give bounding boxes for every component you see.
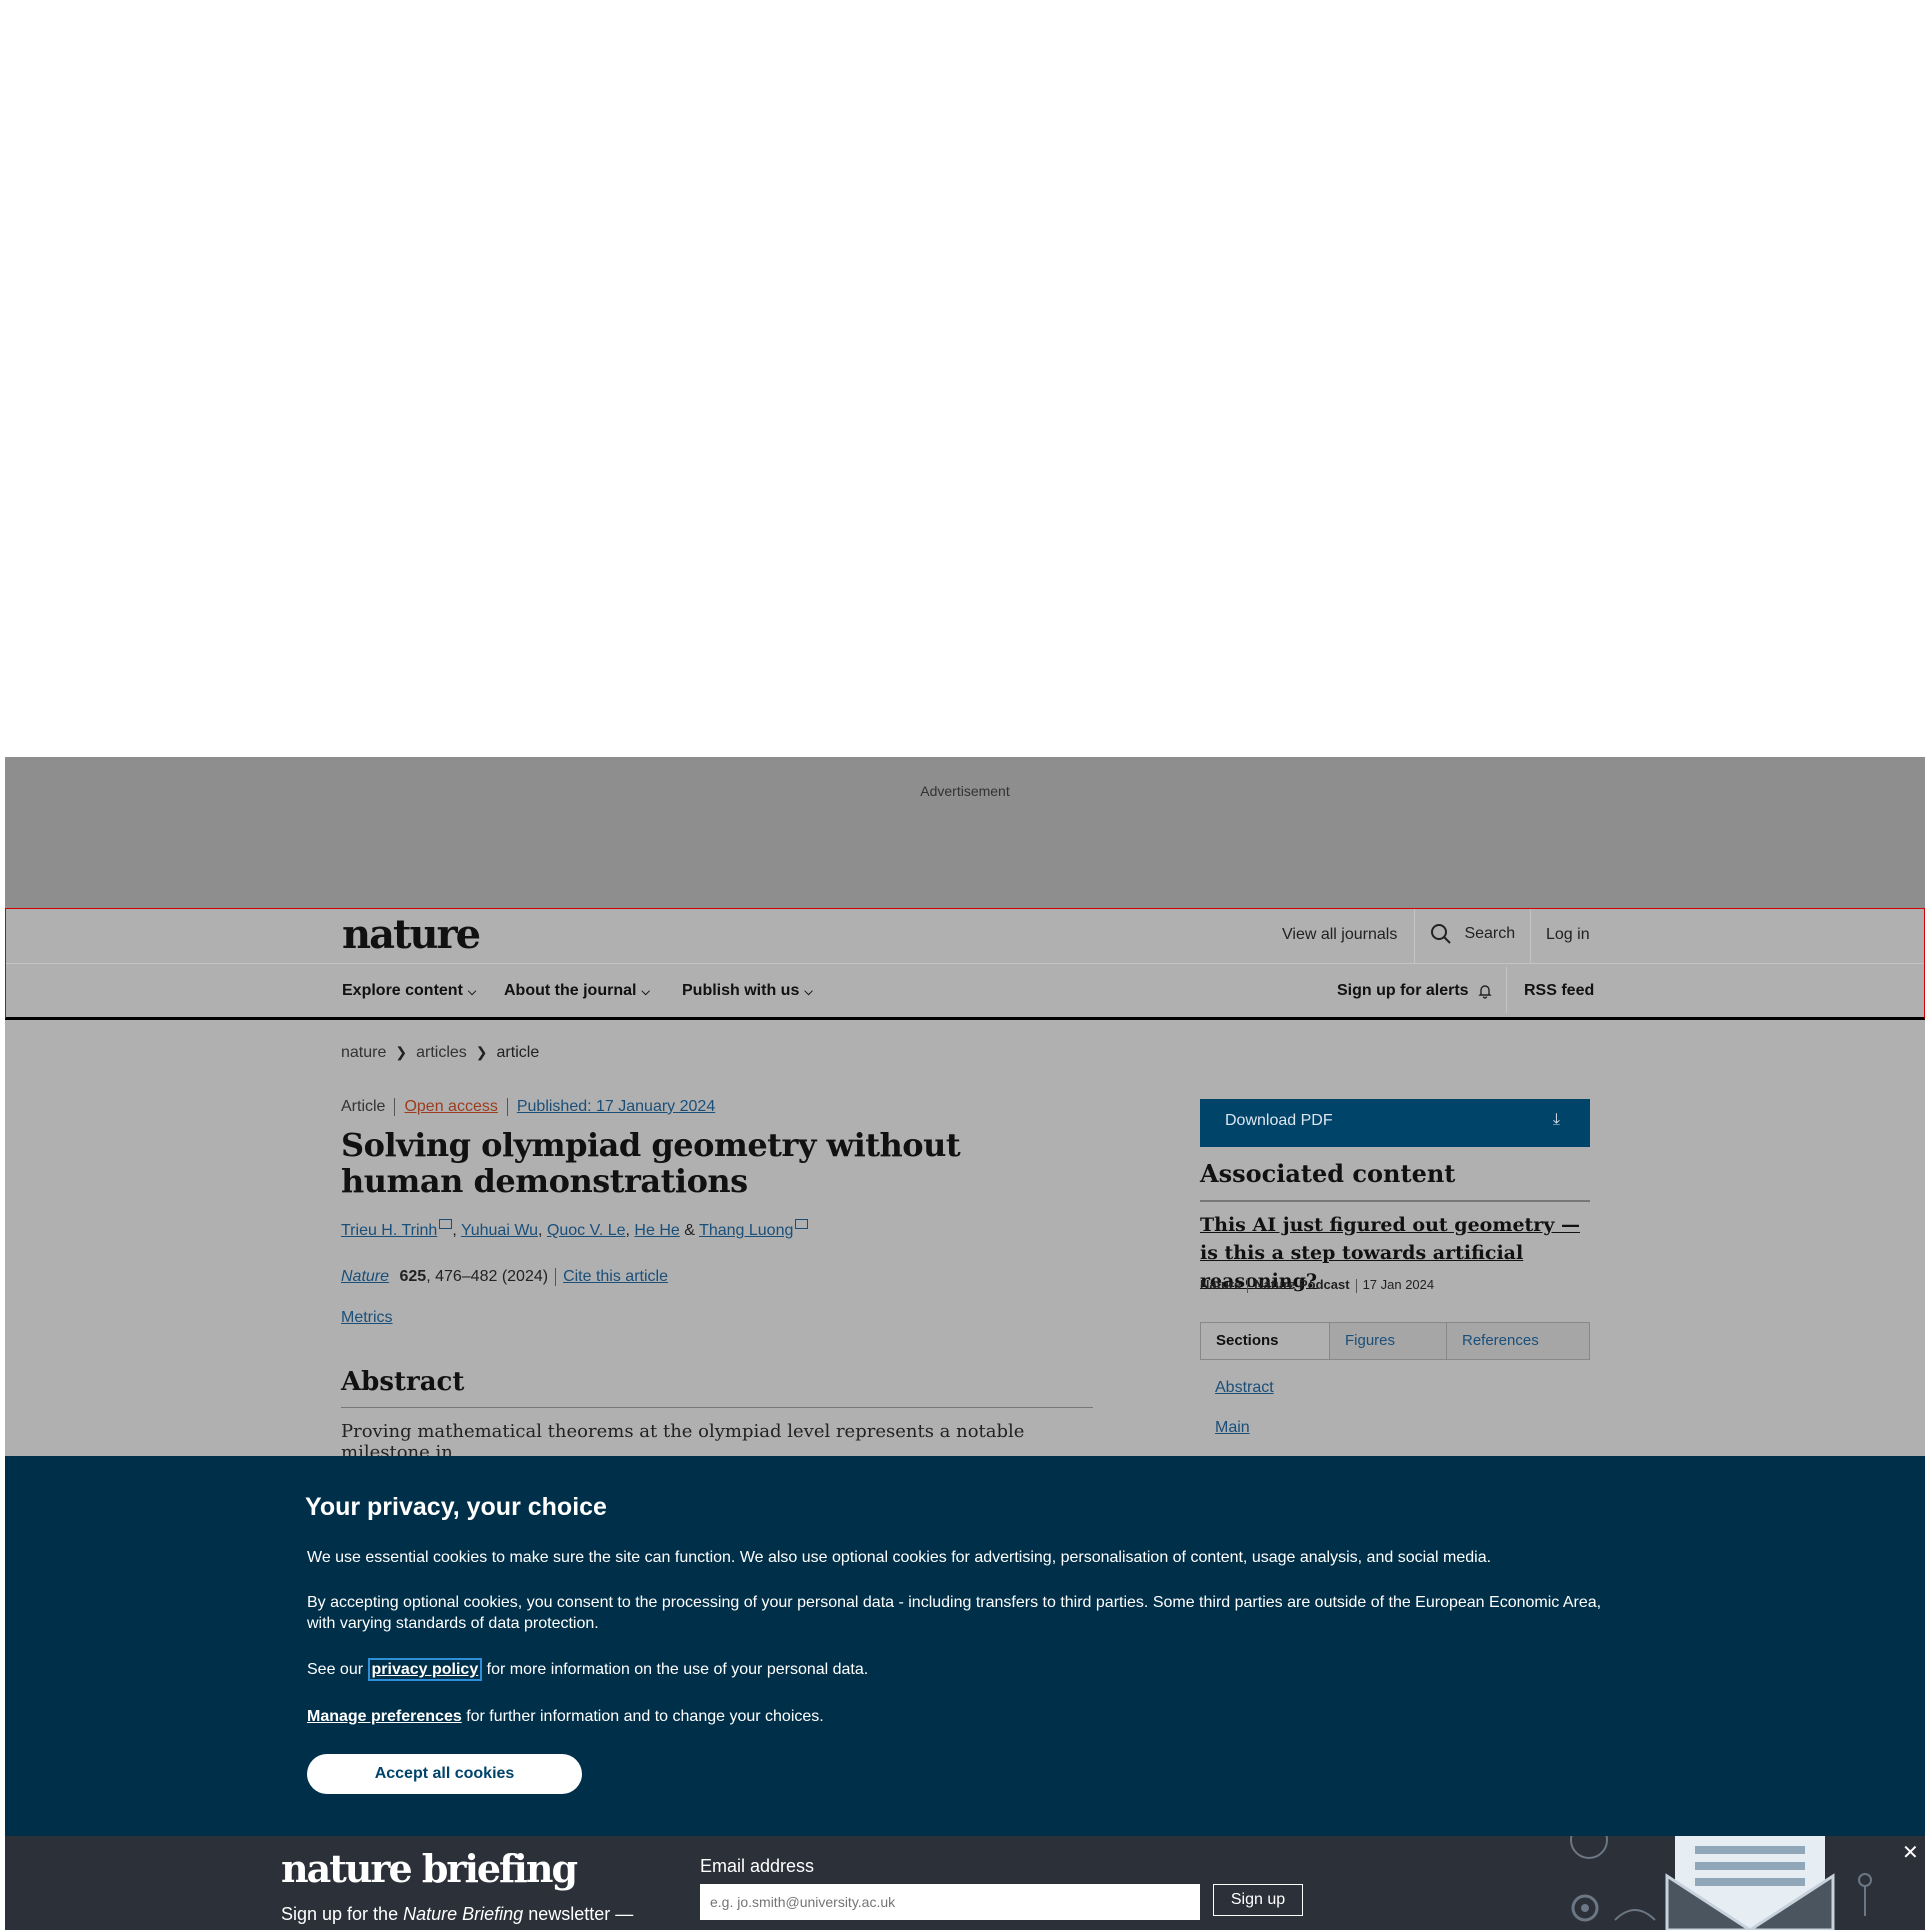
alerts-signup-link[interactable]: Sign up for alerts (1337, 982, 1493, 1000)
cite-article-link[interactable]: Cite this article (563, 1268, 668, 1285)
article-type: Article (341, 1098, 386, 1116)
author-link[interactable]: Quoc V. Le (547, 1222, 626, 1239)
divider (1414, 909, 1415, 963)
email-label: Email address (700, 1856, 815, 1876)
manage-preferences-link[interactable]: Manage preferences (307, 1708, 462, 1725)
email-icon[interactable] (439, 1219, 453, 1229)
cookie-paragraph: We use essential cookies to make sure th… (307, 1549, 1492, 1566)
tab-sections[interactable]: Sections (1201, 1323, 1329, 1359)
site-header: nature View all journals Search Log in E… (5, 908, 1925, 1020)
bell-icon (1478, 985, 1492, 999)
chevron-down-icon: ⌵ (641, 986, 650, 998)
assoc-journal: Nature (1200, 1277, 1242, 1292)
open-access-link[interactable]: Open access (404, 1098, 497, 1115)
article-title: Solving olympiad geometry without human … (341, 1126, 961, 1200)
publish-with-us-menu[interactable]: Publish with us ⌵ (682, 982, 813, 1000)
email-icon[interactable] (795, 1219, 809, 1229)
chevron-down-icon: ⌵ (804, 986, 813, 998)
cookie-paragraph: By accepting optional cookies, you conse… (307, 1594, 1602, 1632)
view-all-journals-link[interactable]: View all journals (1282, 926, 1397, 944)
chevron-right-icon: ❯ (395, 1044, 408, 1060)
nature-briefing-banner: nature briefing Sign up for the Nature B… (5, 1836, 1925, 1930)
section-link-abstract[interactable]: Abstract (1215, 1379, 1274, 1397)
advertisement-label: Advertisement (920, 783, 1010, 799)
advertisement-bar: Advertisement (5, 757, 1925, 908)
download-pdf-label: Download PDF (1225, 1112, 1333, 1129)
explore-content-label: Explore content (342, 982, 463, 999)
pages: , 476–482 (2024) (426, 1268, 549, 1286)
associated-meta: Nature Nature Podcast 17 Jan 2024 (1200, 1277, 1434, 1293)
search-label: Search (1464, 925, 1516, 943)
assoc-date: 17 Jan 2024 (1362, 1277, 1435, 1292)
alerts-label: Sign up for alerts (1337, 982, 1469, 999)
about-journal-label: About the journal (504, 982, 637, 999)
author-list: Trieu H. Trinh, Yuhuai Wu, Quoc V. Le, H… (341, 1219, 809, 1240)
breadcrumb-current: article (496, 1044, 540, 1061)
accept-all-cookies-button[interactable]: Accept all cookies (307, 1754, 582, 1794)
author-link[interactable]: Thang Luong (699, 1222, 793, 1239)
author-link[interactable]: Yuhuai Wu (461, 1222, 538, 1239)
article-meta: Article Open access Published: 17 January … (341, 1098, 715, 1116)
nature-briefing-logo: nature briefing (281, 1846, 578, 1891)
login-link[interactable]: Log in (1546, 926, 1590, 944)
chevron-right-icon: ❯ (475, 1044, 488, 1060)
breadcrumb: nature ❯ articles ❯ article (341, 1044, 539, 1062)
journal-link[interactable]: Nature (341, 1268, 389, 1285)
briefing-subtitle: Sign up for the Nature Briefing newslett… (281, 1904, 634, 1924)
author-link[interactable]: He He (634, 1222, 679, 1239)
author-link[interactable]: Trieu H. Trinh (341, 1222, 437, 1239)
privacy-policy-link[interactable]: privacy policy (367, 1658, 483, 1681)
search-icon (1431, 924, 1451, 944)
published-date-link[interactable]: Published: 17 January 2024 (517, 1098, 715, 1115)
cookie-privacy-line: See our privacy policy for more informat… (307, 1658, 1617, 1681)
rss-feed-link[interactable]: RSS feed (1524, 982, 1594, 1000)
signup-button[interactable]: Sign up (1213, 1884, 1303, 1916)
sidebar-tabs: Sections Figures References (1200, 1322, 1590, 1360)
associated-content-heading: Associated content (1200, 1159, 1590, 1202)
email-field[interactable] (700, 1884, 1200, 1920)
close-icon[interactable]: ✕ (1902, 1840, 1919, 1865)
download-icon: ⤓ (1552, 1111, 1560, 1128)
explore-content-menu[interactable]: Explore content ⌵ (342, 982, 476, 1000)
abstract-heading: Abstract (341, 1367, 1093, 1408)
cookie-manage-line: Manage preferences for further informati… (307, 1708, 824, 1725)
breadcrumb-articles[interactable]: articles (416, 1044, 467, 1061)
metrics-link[interactable]: Metrics (341, 1309, 393, 1327)
cookie-heading: Your privacy, your choice (305, 1493, 607, 1521)
volume: 625 (399, 1268, 427, 1286)
cookie-consent-banner: Your privacy, your choice We use essenti… (5, 1456, 1925, 1836)
assoc-type: Nature Podcast (1254, 1277, 1350, 1292)
section-link-main[interactable]: Main (1215, 1419, 1250, 1437)
citation-line: Nature 625, 476–482 (2024) Cite this arti… (341, 1268, 668, 1286)
envelope-illustration (1570, 1836, 1872, 1930)
divider (1506, 967, 1507, 1013)
search-button[interactable]: Search (1430, 923, 1515, 945)
chevron-down-icon: ⌵ (467, 986, 477, 998)
breadcrumb-nature[interactable]: nature (341, 1044, 386, 1061)
tab-references[interactable]: References (1446, 1323, 1589, 1359)
nature-logo[interactable]: nature (342, 911, 481, 958)
tab-figures[interactable]: Figures (1329, 1323, 1446, 1359)
divider (1530, 909, 1531, 963)
download-pdf-button[interactable]: Download PDF ⤓ (1200, 1099, 1590, 1147)
publish-with-us-label: Publish with us (682, 982, 800, 999)
header-top-row: nature View all journals Search Log in (6, 909, 1924, 964)
blank-top-area (0, 0, 1930, 757)
about-journal-menu[interactable]: About the journal ⌵ (504, 982, 650, 1000)
